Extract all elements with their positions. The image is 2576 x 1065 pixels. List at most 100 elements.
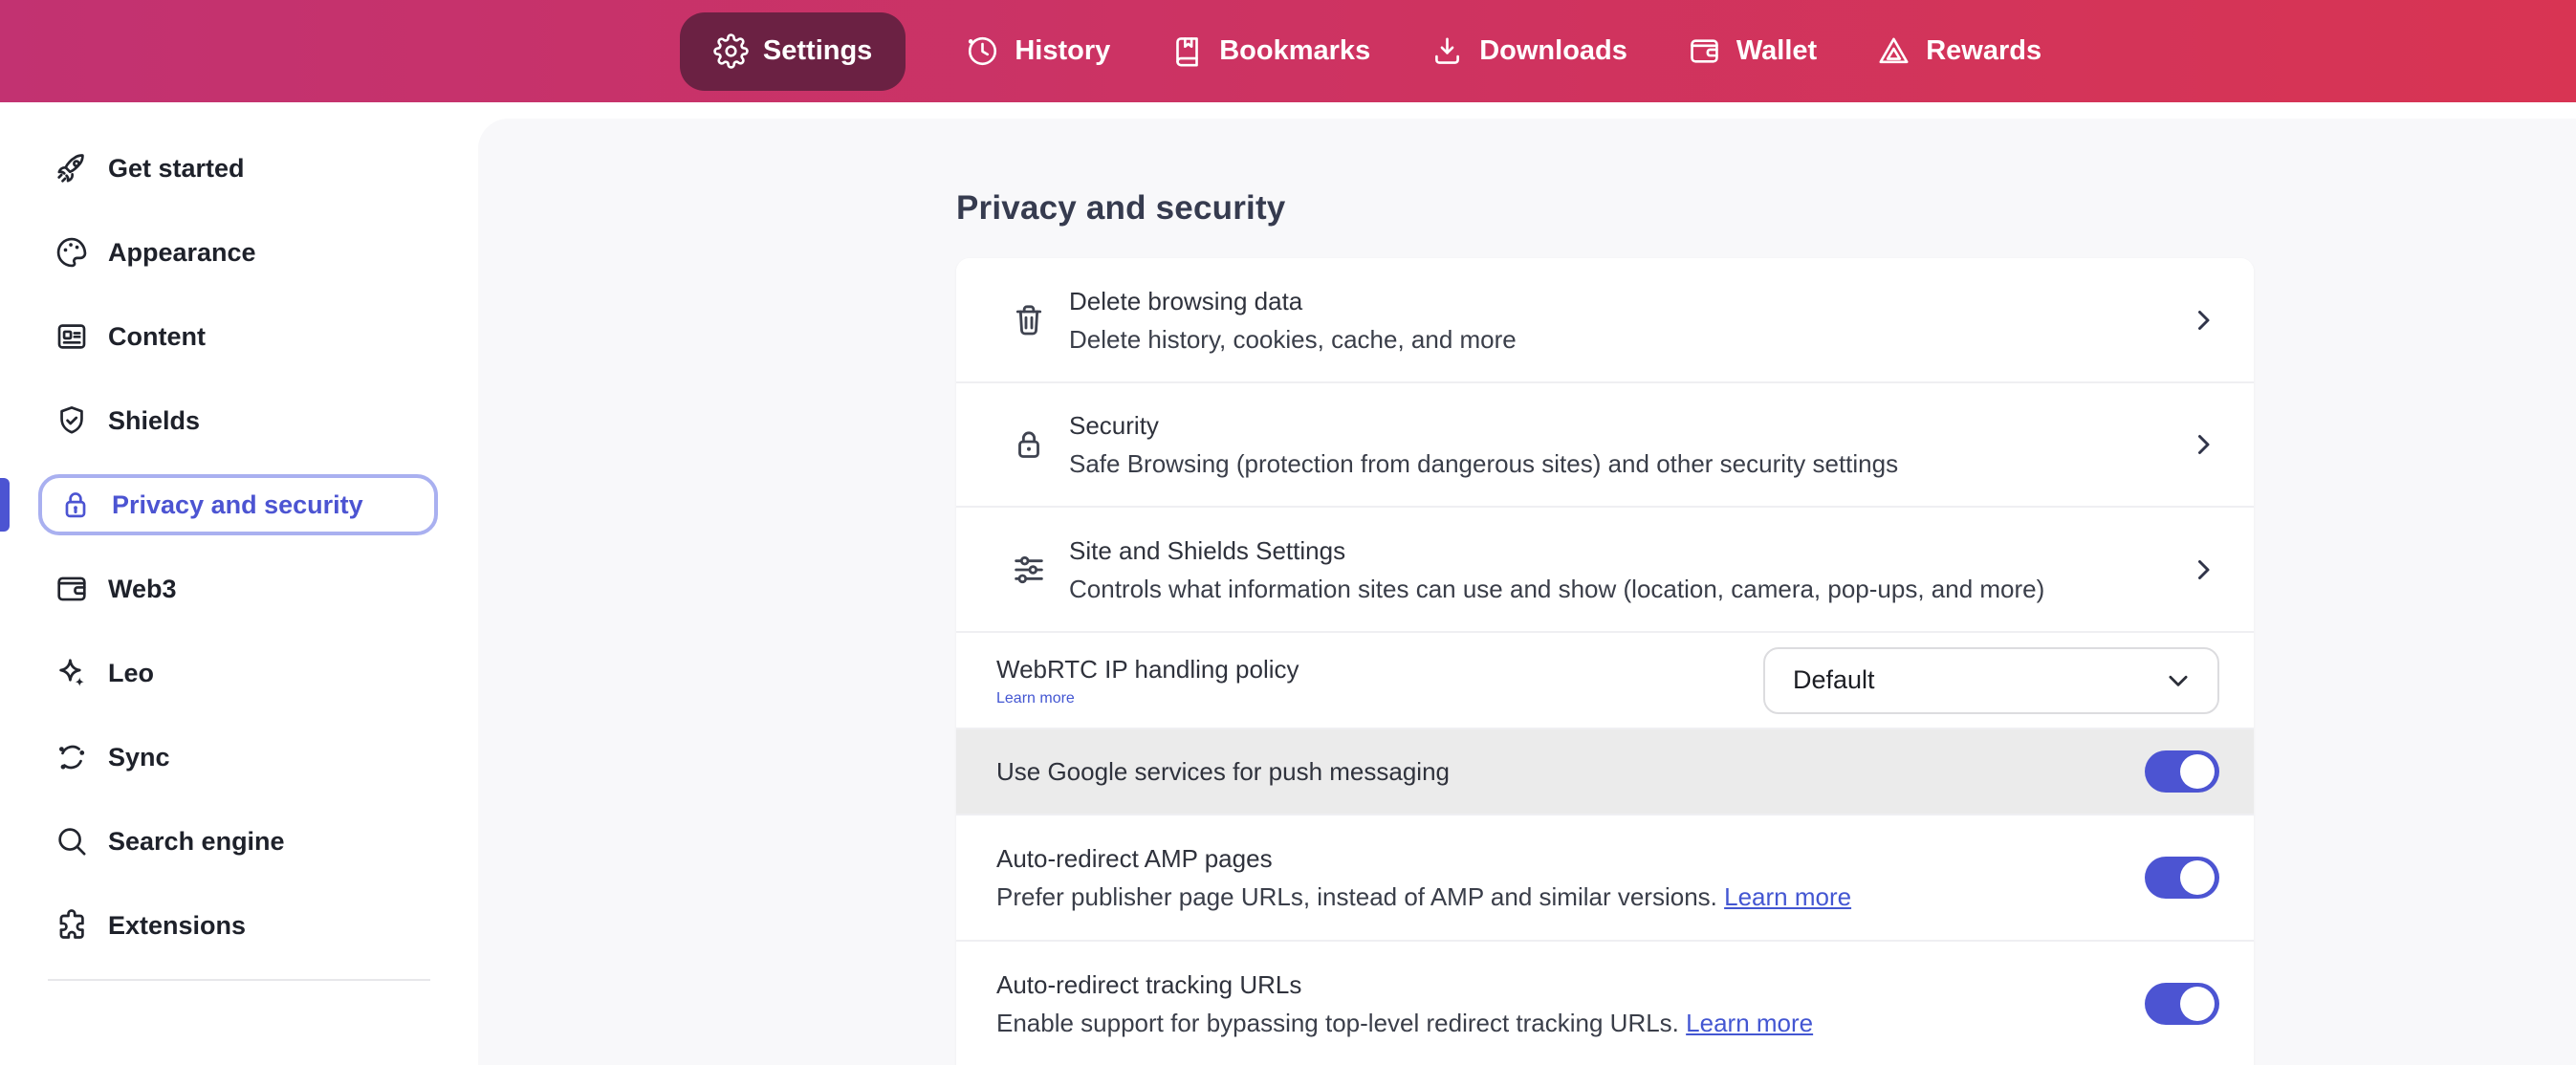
top-navigation-bar: Settings History Bookmarks xyxy=(0,0,2576,102)
chevron-down-icon xyxy=(2164,666,2193,695)
sidebar-item-label: Sync xyxy=(108,743,170,772)
row-subtitle: Delete history, cookies, cache, and more xyxy=(1069,324,1517,355)
sidebar-item-label: Shields xyxy=(108,406,200,436)
puzzle-icon xyxy=(54,907,90,944)
row-text: Auto-redirect AMP pages Prefer publisher… xyxy=(996,843,1851,912)
sidebar-item-get-started[interactable]: Get started xyxy=(0,138,478,199)
row-subtitle-text: Enable support for bypassing top-level r… xyxy=(996,1009,1679,1037)
amp-redirect-toggle[interactable] xyxy=(2145,857,2219,899)
nav-rewards-label: Rewards xyxy=(1926,35,2041,67)
row-webrtc-policy: WebRTC IP handling policy Learn more Def… xyxy=(956,631,2254,728)
row-site-shields-settings[interactable]: Site and Shields Settings Controls what … xyxy=(956,506,2254,631)
page-title: Privacy and security xyxy=(956,187,2254,229)
selected-option: Default xyxy=(1793,665,2164,695)
sidebar-item-leo[interactable]: Leo xyxy=(0,642,478,704)
tracking-url-redirect-toggle[interactable] xyxy=(2145,983,2219,1025)
row-title: Security xyxy=(1069,410,1898,441)
sidebar-item-shields[interactable]: Shields xyxy=(0,390,478,451)
row-tracking-urls: Auto-redirect tracking URLs Enable suppo… xyxy=(956,940,2254,1065)
row-title: Site and Shields Settings xyxy=(1069,535,2044,566)
sidebar-item-content[interactable]: Content xyxy=(0,306,478,367)
sparkles-icon xyxy=(54,655,90,691)
bookmarks-book-icon xyxy=(1169,33,1205,69)
webrtc-policy-select[interactable]: Default xyxy=(1763,647,2219,714)
row-subtitle: Controls what information sites can use … xyxy=(1069,574,2044,604)
toggle-knob xyxy=(2180,987,2215,1021)
sidebar-item-label: Extensions xyxy=(108,911,246,941)
row-title: Auto-redirect AMP pages xyxy=(996,843,1851,874)
row-text: Delete browsing data Delete history, coo… xyxy=(1069,286,1517,355)
row-text: Site and Shields Settings Controls what … xyxy=(1069,535,2044,604)
chevron-right-icon xyxy=(2191,308,2216,333)
selected-indicator xyxy=(0,478,10,532)
wallet-icon xyxy=(54,571,90,607)
settings-sidebar: Get started Appearance Content xyxy=(0,102,478,1065)
row-title: Delete browsing data xyxy=(1069,286,1517,316)
privacy-security-section: Privacy and security Delete browsing dat… xyxy=(956,187,2254,1065)
nav-settings[interactable]: Settings xyxy=(680,12,906,91)
search-icon xyxy=(54,823,90,859)
nav-history-label: History xyxy=(1015,35,1110,67)
nav-history[interactable]: History xyxy=(965,33,1110,69)
sidebar-item-web3[interactable]: Web3 xyxy=(0,558,478,619)
sidebar-item-extensions[interactable]: Extensions xyxy=(0,895,478,956)
row-delete-browsing-data[interactable]: Delete browsing data Delete history, coo… xyxy=(956,258,2254,381)
row-title: Auto-redirect tracking URLs xyxy=(996,969,1813,1000)
push-messaging-toggle[interactable] xyxy=(2145,750,2219,793)
sync-icon xyxy=(54,739,90,775)
rocket-icon xyxy=(54,150,90,186)
tracking-learn-more-link[interactable]: Learn more xyxy=(1686,1009,1813,1037)
settings-main-panel: Privacy and security Delete browsing dat… xyxy=(478,119,2576,1065)
sidebar-item-label: Web3 xyxy=(108,575,177,604)
sidebar-divider xyxy=(48,979,430,981)
download-tray-icon xyxy=(1430,33,1465,69)
sidebar-item-privacy-and-security[interactable]: Privacy and security xyxy=(38,474,438,535)
sidebar-item-label: Leo xyxy=(108,659,154,688)
row-text: Auto-redirect tracking URLs Enable suppo… xyxy=(996,969,1813,1038)
row-text: WebRTC IP handling policy Learn more xyxy=(996,654,1299,707)
sidebar-item-label: Get started xyxy=(108,154,245,184)
row-push-messaging: Use Google services for push messaging xyxy=(956,728,2254,814)
sidebar-item-sync[interactable]: Sync xyxy=(0,727,478,788)
toggle-knob xyxy=(2180,860,2215,895)
sidebar-item-appearance[interactable]: Appearance xyxy=(0,222,478,283)
nav-wallet-label: Wallet xyxy=(1736,35,1817,67)
sliders-icon xyxy=(1010,551,1048,589)
sidebar-item-label: Appearance xyxy=(108,238,256,268)
row-subtitle-text: Prefer publisher page URLs, instead of A… xyxy=(996,882,1717,911)
bat-triangle-icon xyxy=(1876,33,1911,69)
sidebar-item-search-engine[interactable]: Search engine xyxy=(0,811,478,872)
nav-wallet[interactable]: Wallet xyxy=(1687,33,1817,69)
sidebar-item-label: Content xyxy=(108,322,206,352)
top-navigation: Settings History Bookmarks xyxy=(0,0,2576,102)
lock-icon xyxy=(1010,425,1048,464)
row-security[interactable]: Security Safe Browsing (protection from … xyxy=(956,381,2254,506)
row-amp-redirect: Auto-redirect AMP pages Prefer publisher… xyxy=(956,814,2254,940)
chevron-right-icon xyxy=(2191,557,2216,582)
row-title: Use Google services for push messaging xyxy=(996,756,1450,787)
row-subtitle: Safe Browsing (protection from dangerous… xyxy=(1069,448,1898,479)
sidebar-item-label: Privacy and security xyxy=(112,490,363,520)
nav-rewards[interactable]: Rewards xyxy=(1876,33,2041,69)
palette-icon xyxy=(54,234,90,271)
nav-downloads-label: Downloads xyxy=(1479,35,1627,67)
chevron-right-icon xyxy=(2191,432,2216,457)
nav-downloads[interactable]: Downloads xyxy=(1430,33,1627,69)
lock-icon xyxy=(57,487,94,523)
sidebar-item-label: Search engine xyxy=(108,827,285,857)
trash-icon xyxy=(1010,301,1048,339)
row-subtitle: Prefer publisher page URLs, instead of A… xyxy=(996,881,1851,912)
shield-check-icon xyxy=(54,402,90,439)
gear-icon xyxy=(713,33,749,69)
wallet-icon xyxy=(1687,33,1722,69)
amp-learn-more-link[interactable]: Learn more xyxy=(1724,882,1851,911)
history-clock-icon xyxy=(965,33,1000,69)
nav-settings-label: Settings xyxy=(763,35,872,67)
row-subtitle: Enable support for bypassing top-level r… xyxy=(996,1008,1813,1038)
webrtc-learn-more-link[interactable]: Learn more xyxy=(996,690,1299,707)
nav-bookmarks-label: Bookmarks xyxy=(1219,35,1370,67)
nav-bookmarks[interactable]: Bookmarks xyxy=(1169,33,1370,69)
settings-card: Delete browsing data Delete history, coo… xyxy=(956,258,2254,1065)
row-text: Security Safe Browsing (protection from … xyxy=(1069,410,1898,479)
content-window-icon xyxy=(54,318,90,355)
